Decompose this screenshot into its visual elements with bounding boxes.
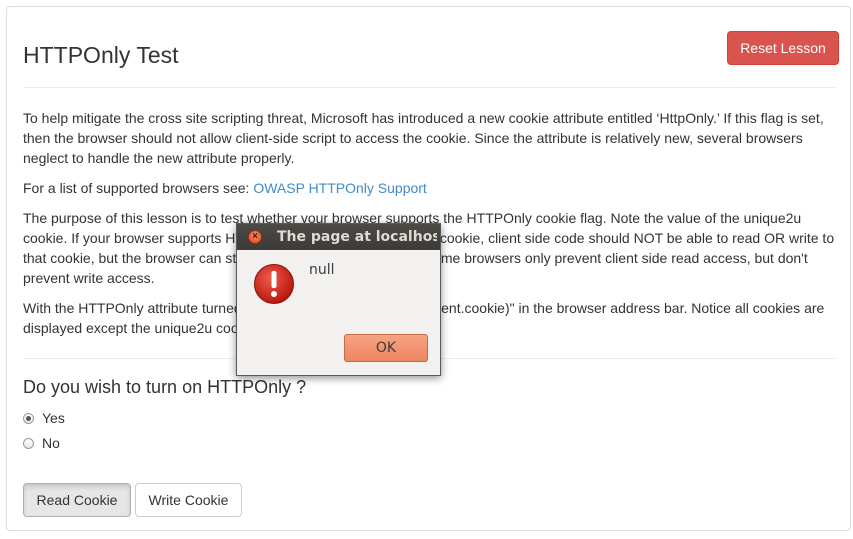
dialog-titlebar: × The page at localhost: [237, 224, 440, 250]
dialog-message: null: [309, 262, 335, 278]
error-icon: [254, 264, 294, 304]
yes-label: Yes: [42, 410, 65, 426]
alert-dialog: × The page at localhost null OK: [236, 223, 441, 376]
divider: [23, 87, 837, 88]
write-cookie-button[interactable]: Write Cookie: [135, 483, 242, 517]
dialog-title: The page at localhost: [277, 229, 437, 245]
reset-lesson-button[interactable]: Reset Lesson: [727, 31, 839, 65]
no-radio[interactable]: [23, 437, 34, 449]
radio-option-yes[interactable]: Yes: [23, 408, 65, 428]
page-title: HTTPOnly Test: [23, 42, 179, 68]
ok-button[interactable]: OK: [344, 334, 428, 362]
intro-paragraph: To help mitigate the cross site scriptin…: [23, 110, 824, 166]
supported-browsers-paragraph: For a list of supported browsers see: OW…: [23, 178, 835, 198]
owasp-httponly-link[interactable]: OWASP HTTPOnly Support: [253, 180, 427, 196]
supported-browsers-text: For a list of supported browsers see:: [23, 180, 254, 196]
no-label: No: [42, 435, 60, 451]
read-cookie-button[interactable]: Read Cookie: [23, 483, 131, 517]
yes-radio[interactable]: [23, 412, 34, 424]
httponly-question: Do you wish to turn on HTTPOnly ?: [23, 377, 307, 397]
close-icon[interactable]: ×: [248, 230, 262, 244]
radio-option-no[interactable]: No: [23, 433, 60, 453]
